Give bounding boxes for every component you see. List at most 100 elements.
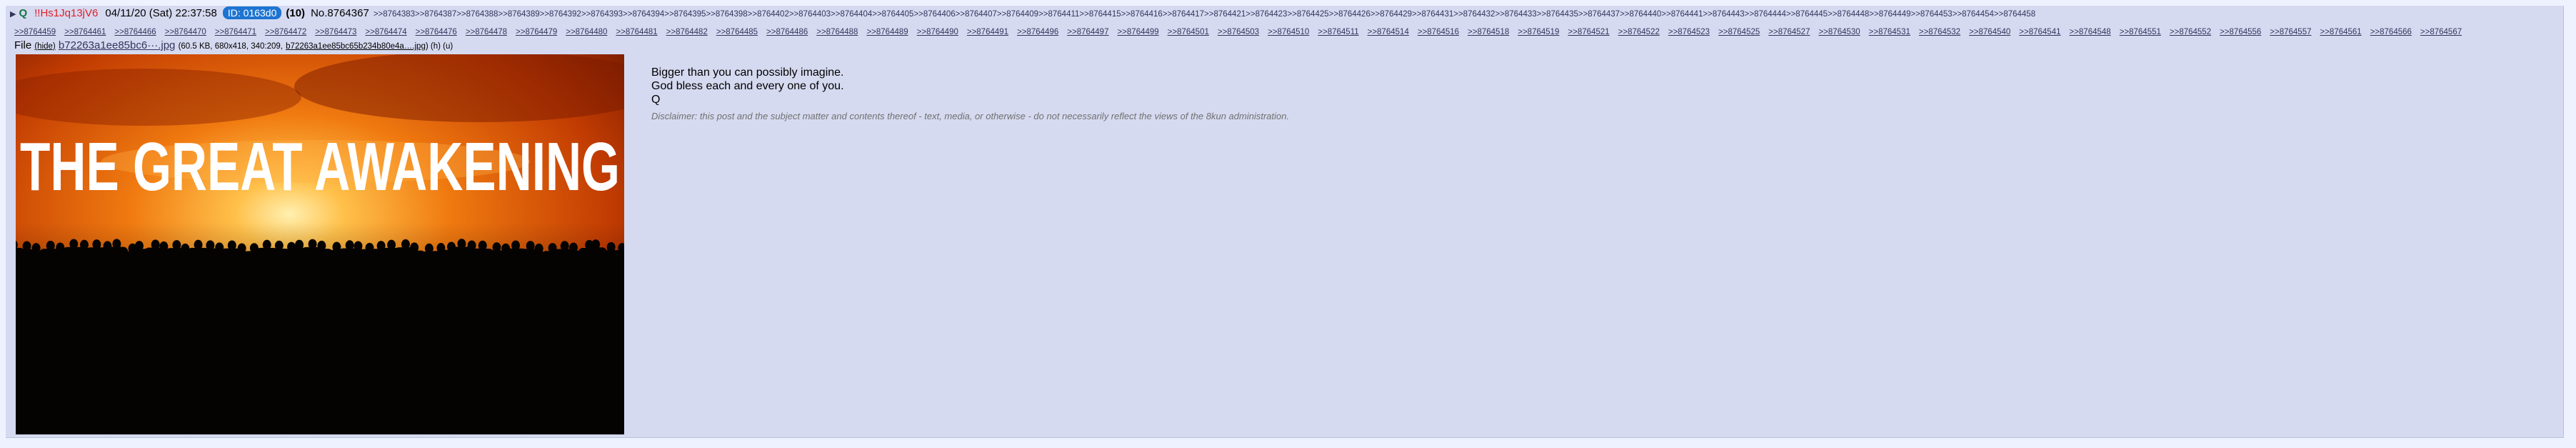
backlink[interactable]: >>8764488 [816, 28, 858, 36]
backlink[interactable]: >>8764525 [1718, 28, 1760, 36]
backlink[interactable]: >>8764444 [1745, 10, 1786, 19]
backlink[interactable]: >>8764557 [2270, 28, 2311, 36]
post-image[interactable]: THE GREAT AWAKENING [16, 54, 624, 434]
backlink[interactable]: >>8764421 [1204, 10, 1246, 19]
backlink[interactable]: >>8764541 [2019, 28, 2060, 36]
backlink[interactable]: >>8764561 [2320, 28, 2362, 36]
backlink[interactable]: >>8764556 [2220, 28, 2261, 36]
backlink[interactable]: >>8764395 [664, 10, 706, 19]
backlink[interactable]: >>8764501 [1168, 28, 1209, 36]
backlink[interactable]: >>8764394 [623, 10, 664, 19]
backlink[interactable]: >>8764445 [1786, 10, 1828, 19]
backlink[interactable]: >>8764531 [1869, 28, 1910, 36]
backlinks-list: >>8764459 >>8764461 >>8764466 >>8764470 >>87… [14, 25, 2557, 39]
backlink[interactable]: >>8764472 [265, 28, 306, 36]
backlink[interactable]: >>8764417 [1163, 10, 1204, 19]
backlink[interactable]: >>8764441 [1661, 10, 1703, 19]
hide-file-link[interactable]: (hide) [34, 42, 55, 51]
backlink[interactable]: >>8764423 [1246, 10, 1287, 19]
backlink[interactable]: >>8764491 [967, 28, 1008, 36]
backlink[interactable]: >>8764461 [64, 28, 106, 36]
original-filename-link[interactable]: b72263a1ee85bc65b234b80e4a….jpg [286, 42, 426, 51]
backlink[interactable]: >>8764497 [1067, 28, 1108, 36]
backlink[interactable]: >>8764393 [581, 10, 623, 19]
backlink[interactable]: >>8764416 [1121, 10, 1163, 19]
backlink[interactable]: >>8764527 [1768, 28, 1810, 36]
backlink[interactable]: >>8764551 [2120, 28, 2161, 36]
backlink[interactable]: >>8764481 [616, 28, 657, 36]
backlink[interactable]: >>8764522 [1618, 28, 1660, 36]
backlink[interactable]: >>8764516 [1418, 28, 1459, 36]
backlink[interactable]: >>8764440 [1620, 10, 1661, 19]
backlink[interactable]: >>8764449 [1869, 10, 1910, 19]
backlink[interactable]: >>8764567 [2420, 28, 2462, 36]
backlink[interactable]: >>8764510 [1268, 28, 1309, 36]
backlink[interactable]: >>8764485 [716, 28, 758, 36]
backlink[interactable]: >>8764407 [956, 10, 997, 19]
backlink[interactable]: >>8764503 [1218, 28, 1259, 36]
backlink[interactable]: >>8764530 [1818, 28, 1860, 36]
backlink[interactable]: >>8764432 [1453, 10, 1495, 19]
backlink[interactable]: >>8764383 [374, 10, 415, 19]
backlink[interactable]: >>8764518 [1468, 28, 1509, 36]
backlink[interactable]: >>8764566 [2370, 28, 2412, 36]
backlink[interactable]: >>8764398 [706, 10, 747, 19]
backlink[interactable]: >>8764490 [917, 28, 958, 36]
backlink[interactable]: >>8764406 [913, 10, 955, 19]
backlink[interactable]: >>8764459 [14, 28, 56, 36]
backlink[interactable]: >>8764415 [1079, 10, 1121, 19]
backlink[interactable]: >>8764429 [1370, 10, 1412, 19]
backlink[interactable]: >>8764404 [831, 10, 872, 19]
backlink[interactable]: >>8764431 [1412, 10, 1453, 19]
file-tail-links[interactable]: ) (h) (u) [426, 42, 453, 51]
backlink[interactable]: >>8764387 [415, 10, 456, 19]
backlink[interactable]: >>8764514 [1368, 28, 1409, 36]
backlink[interactable]: >>8764479 [516, 28, 557, 36]
backlink[interactable]: >>8764521 [1568, 28, 1609, 36]
backlink[interactable]: >>8764388 [456, 10, 498, 19]
backlink[interactable]: >>8764532 [1919, 28, 1960, 36]
backlink[interactable]: >>8764486 [766, 28, 808, 36]
post-menu-arrow-icon[interactable]: ▶ [10, 10, 16, 19]
backlink[interactable]: >>8764499 [1117, 28, 1158, 36]
backlink[interactable]: >>8764458 [1994, 10, 2035, 19]
backlink[interactable]: >>8764409 [997, 10, 1038, 19]
backlink[interactable]: >>8764437 [1578, 10, 1620, 19]
backlink[interactable]: >>8764448 [1828, 10, 1869, 19]
backlink[interactable]: >>8764480 [566, 28, 607, 36]
backlink[interactable]: >>8764540 [1969, 28, 2010, 36]
backlink[interactable]: >>8764496 [1017, 28, 1058, 36]
post-body: Bigger than you can possibly imagine. Go… [651, 66, 2508, 106]
poster-post-count: (10) [286, 7, 306, 19]
backlink[interactable]: >>8764511 [1318, 28, 1358, 36]
file-link[interactable]: b72263a1ee85bc6···.jpg [59, 39, 175, 51]
backlink[interactable]: >>8764402 [748, 10, 789, 19]
poster-id-badge[interactable]: ID: 0163d0 [222, 6, 282, 19]
backlink[interactable]: >>8764478 [466, 28, 507, 36]
backlink[interactable]: >>8764403 [789, 10, 831, 19]
backlink[interactable]: >>8764405 [872, 10, 913, 19]
backlink[interactable]: >>8764426 [1329, 10, 1370, 19]
backlink[interactable]: >>8764519 [1518, 28, 1559, 36]
backlink[interactable]: >>8764471 [215, 28, 256, 36]
backlink[interactable]: >>8764470 [165, 28, 206, 36]
backlink[interactable]: >>8764389 [498, 10, 539, 19]
backlink[interactable]: >>8764411 [1038, 10, 1079, 19]
backlink[interactable]: >>8764453 [1910, 10, 1952, 19]
backlink[interactable]: >>8764473 [315, 28, 356, 36]
post-number-link[interactable]: No.8764367 [311, 7, 369, 19]
backlink[interactable]: >>8764433 [1495, 10, 1536, 19]
backlink[interactable]: >>8764443 [1703, 10, 1744, 19]
backlink[interactable]: >>8764466 [114, 28, 156, 36]
backlink[interactable]: >>8764489 [866, 28, 908, 36]
backlink[interactable]: >>8764548 [2069, 28, 2110, 36]
backlink[interactable]: >>8764474 [365, 28, 406, 36]
backlink[interactable]: >>8764482 [666, 28, 708, 36]
backlink[interactable]: >>8764476 [416, 28, 457, 36]
backlink[interactable]: >>8764454 [1953, 10, 1994, 19]
backlink[interactable]: >>8764552 [2170, 28, 2211, 36]
backlink[interactable]: >>8764523 [1668, 28, 1710, 36]
backlink[interactable]: >>8764435 [1537, 10, 1578, 19]
backlink[interactable]: >>8764425 [1287, 10, 1328, 19]
backlink[interactable]: >>8764392 [540, 10, 581, 19]
